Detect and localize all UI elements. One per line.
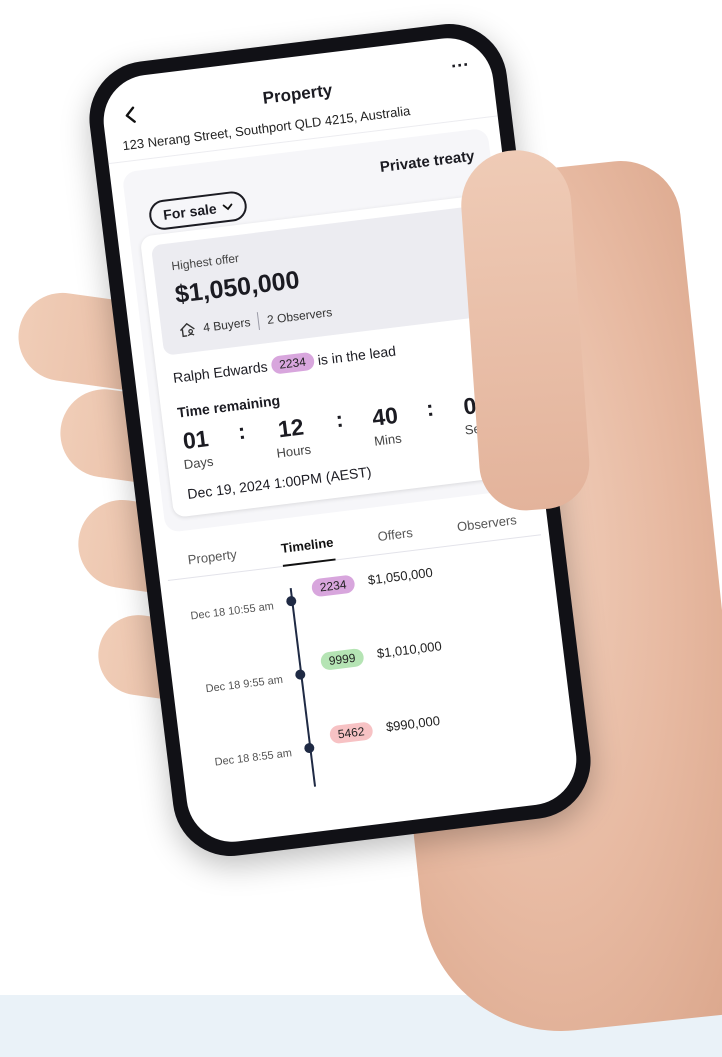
mins-label: Mins: [373, 430, 403, 449]
timeline-time: Dec 18 8:55 am: [214, 747, 293, 769]
buyer-id-badge: 2234: [310, 574, 356, 598]
countdown-hours: 12 Hours: [272, 413, 312, 461]
timeline-time: Dec 18 9:55 am: [204, 673, 284, 696]
hours-label: Hours: [275, 441, 312, 461]
days-value: 01: [181, 425, 210, 455]
sale-method: Private treaty: [379, 147, 476, 177]
colon-separator: :: [236, 418, 247, 445]
offer-card: Highest offer $1,050,000 4 Buyers 2 Obse…: [139, 194, 520, 518]
tab-observers[interactable]: Observers: [456, 512, 517, 534]
sale-status-label: For sale: [162, 200, 218, 223]
tab-timeline[interactable]: Timeline: [280, 535, 334, 556]
sale-status-dropdown[interactable]: For sale: [147, 189, 249, 232]
divider: [257, 312, 261, 331]
buyer-id-badge: 9999: [319, 647, 365, 671]
offer-amount: $990,000: [385, 712, 441, 735]
countdown-days: 01 Days: [179, 425, 214, 472]
chevron-down-icon: [222, 203, 233, 211]
observers-count: 2 Observers: [266, 305, 333, 327]
colon-separator: :: [334, 406, 345, 433]
buyer-id-badge: 5462: [328, 721, 374, 745]
mins-value: 40: [370, 401, 400, 431]
more-button[interactable]: ...: [449, 50, 469, 73]
offer-timeline: Dec 18 10:55 am 2234 $1,050,000 Dec 18 9…: [160, 534, 578, 816]
colon-separator: :: [424, 395, 436, 422]
leader-name: Ralph Edwards: [172, 358, 269, 386]
timeline-time: Dec 18 10:55 am: [189, 600, 275, 623]
timeline-dot: [285, 595, 297, 607]
leader-suffix: is in the lead: [316, 342, 397, 369]
hours-value: 12: [276, 413, 306, 443]
countdown-mins: 40 Mins: [370, 402, 403, 449]
buyers-count: 4 Buyers: [202, 315, 252, 335]
tab-offers[interactable]: Offers: [377, 525, 414, 544]
days-label: Days: [182, 453, 215, 473]
offer-amount: $1,050,000: [367, 564, 434, 588]
tab-property[interactable]: Property: [187, 547, 238, 568]
leader-id-badge: 2234: [270, 351, 315, 375]
home-user-icon: [179, 322, 195, 338]
timeline-dot: [294, 669, 306, 681]
timeline-dot: [303, 742, 315, 754]
